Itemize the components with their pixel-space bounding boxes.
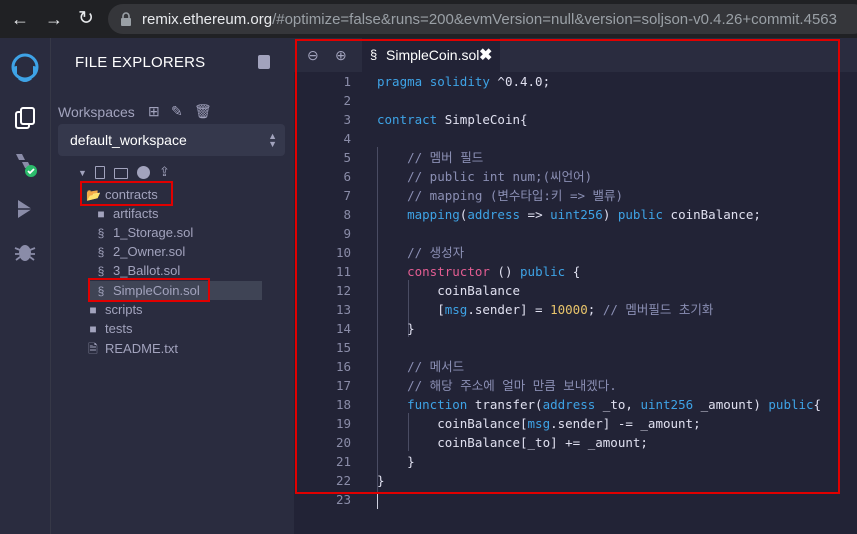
tree-item-label: tests xyxy=(105,321,133,336)
solidity-file-icon: § xyxy=(97,245,105,259)
lock-icon xyxy=(121,12,131,26)
add-workspace-icon[interactable]: ⊞ xyxy=(148,104,162,118)
select-caret-icon: ▲ ▼ xyxy=(268,131,277,149)
tree-item-readme[interactable]: 🗎 README.txt xyxy=(86,339,178,358)
reload-icon[interactable]: ↻ xyxy=(74,7,98,31)
new-folder-icon[interactable] xyxy=(114,168,128,179)
folder-icon: ■ xyxy=(89,322,97,336)
url-text: remix.ethereum.org/#optimize=false&runs=… xyxy=(142,11,837,28)
tree-item-tests[interactable]: ■ tests xyxy=(86,319,132,338)
browser-toolbar: ← → ↻ remix.ethereum.org/#optimize=false… xyxy=(0,0,857,38)
highlight-box-editor xyxy=(295,39,840,494)
highlight-box-simplecoin xyxy=(88,278,210,302)
tree-item-scripts[interactable]: ■ scripts xyxy=(86,300,143,319)
folder-icon: ■ xyxy=(97,207,105,221)
workspace-select[interactable]: default_workspace ▲ ▼ xyxy=(58,124,285,156)
forward-icon[interactable]: → xyxy=(42,7,66,31)
workspaces-label: Workspaces xyxy=(58,104,135,120)
code-editor: ⊖ ⊕ § SimpleCoin.sol ✖ 1 2 3 4 5 6 7 8 9 10 11 12 13… xyxy=(294,38,857,534)
github-icon[interactable] xyxy=(137,166,150,179)
file-explorer-panel: FILE EXPLORERS Workspaces ⊞ ✎ 🗑 default_… xyxy=(51,38,294,534)
url-host: remix.ethereum.org xyxy=(142,11,273,28)
tree-item-label: scripts xyxy=(105,302,143,317)
text-file-icon: 🗎 xyxy=(88,342,98,356)
address-bar[interactable]: remix.ethereum.org/#optimize=false&runs=… xyxy=(108,4,857,34)
url-path: /#optimize=false&runs=200&evmVersion=nul… xyxy=(272,11,837,28)
edit-workspace-icon[interactable]: ✎ xyxy=(171,104,185,118)
delete-workspace-icon[interactable]: 🗑 xyxy=(194,104,212,118)
tree-item-1-storage[interactable]: § 1_Storage.sol xyxy=(94,223,194,242)
text-cursor xyxy=(377,492,378,509)
debugger-icon[interactable] xyxy=(12,238,38,264)
file-explorer-icon[interactable] xyxy=(12,106,38,132)
upload-icon[interactable]: ⇪ xyxy=(159,164,170,180)
highlight-box-contracts xyxy=(80,181,173,206)
solidity-compiler-icon[interactable] xyxy=(12,152,38,178)
tree-item-artifacts[interactable]: ■ artifacts xyxy=(94,204,159,223)
tree-item-label: artifacts xyxy=(113,206,159,221)
workspace-value: default_workspace xyxy=(70,132,187,148)
icon-panel xyxy=(0,38,51,534)
tree-item-label: 2_Owner.sol xyxy=(113,244,186,259)
panel-title: FILE EXPLORERS xyxy=(75,54,206,71)
tree-item-label: README.txt xyxy=(105,341,178,356)
folder-icon: ■ xyxy=(89,303,97,317)
caret-down-icon[interactable]: ▼ xyxy=(78,168,87,178)
tree-item-label: 1_Storage.sol xyxy=(113,225,194,240)
remix-logo-icon[interactable] xyxy=(6,48,44,86)
new-file-icon[interactable] xyxy=(95,166,105,179)
tree-item-2-owner[interactable]: § 2_Owner.sol xyxy=(94,242,186,261)
documentation-icon[interactable] xyxy=(258,55,270,69)
back-icon[interactable]: ← xyxy=(8,7,32,31)
tree-item-label: 3_Ballot.sol xyxy=(113,263,181,278)
deploy-run-icon[interactable] xyxy=(12,196,38,222)
solidity-file-icon: § xyxy=(97,226,105,240)
